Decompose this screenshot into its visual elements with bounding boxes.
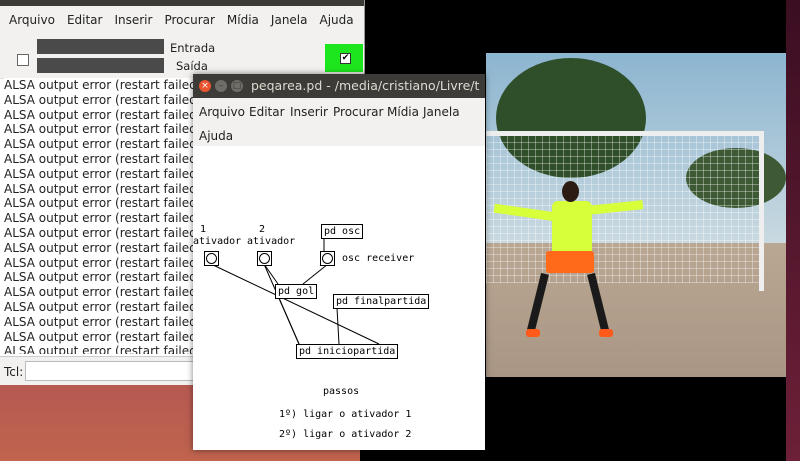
console-checkbox[interactable] [17, 54, 29, 66]
main-menubar: Arquivo Editar Inserir Procurar Mídia Ja… [0, 6, 364, 34]
comment-number-2: 2 [259, 224, 266, 235]
video-goalkeeper-head [562, 181, 579, 202]
object-pd-osc[interactable]: pd osc [321, 224, 364, 239]
video-goalkeeper-boot-right [599, 329, 613, 337]
menu-editar[interactable]: Editar [61, 13, 109, 27]
patch-menu-editar[interactable]: Editar [249, 105, 285, 119]
close-icon[interactable]: × [199, 80, 211, 92]
comment-number-1: 1 [200, 224, 207, 235]
video-frame [486, 53, 786, 377]
minimize-icon[interactable]: – [215, 80, 227, 92]
comment-step-1: 1º) ligar o ativador 1 [279, 409, 412, 420]
desktop-edge [786, 0, 800, 461]
dsp-toggle[interactable]: ✔ [325, 44, 363, 72]
patch-menu-janela[interactable]: Janela [423, 105, 460, 119]
comment-passos: passos [323, 386, 360, 397]
patch-menu-inserir[interactable]: Inserir [290, 105, 328, 119]
comment-osc-receiver: osc receiver [342, 253, 415, 264]
menu-midia[interactable]: Mídia [221, 13, 265, 27]
input-meter [37, 39, 164, 54]
tcl-input[interactable] [25, 361, 197, 381]
comment-ativador-2: ativador [247, 236, 296, 247]
patch-window: × – □ peqarea.pd - /media/cristiano/Livr… [193, 74, 485, 450]
video-goal-crossbar [486, 131, 764, 136]
patch-canvas[interactable]: 1 ativador 2 ativador pd osc osc receive… [193, 146, 485, 450]
menu-procurar[interactable]: Procurar [158, 13, 220, 27]
comment-ativador-1: ativador [193, 236, 242, 247]
object-pd-iniciopartida[interactable]: pd iniciopartida [296, 344, 399, 359]
object-pd-finalpartida[interactable]: pd finalpartida [333, 294, 430, 309]
output-meter-label: Saída [176, 59, 208, 73]
patch-menubar: Arquivo Editar Inserir Procurar Mídia Ja… [193, 98, 485, 146]
bang-ativador-2[interactable] [257, 251, 272, 266]
output-meter [37, 58, 164, 73]
video-goalkeeper-shorts [546, 251, 594, 273]
patch-title: peqarea.pd - /media/cristiano/Livre/t [251, 78, 480, 93]
audio-io-panel: Entrada Saída [0, 34, 364, 79]
dsp-checkmark-icon: ✔ [340, 53, 351, 64]
menu-inserir[interactable]: Inserir [108, 13, 158, 27]
video-goalkeeper-shirt [552, 201, 592, 255]
patch-menu-midia[interactable]: Mídia [387, 105, 419, 119]
bang-osc-receiver[interactable] [320, 251, 335, 266]
menu-arquivo[interactable]: Arquivo [0, 13, 61, 27]
input-meter-label: Entrada [170, 41, 216, 55]
patch-menu-procurar[interactable]: Procurar [333, 105, 383, 119]
comment-step-2: 2º) ligar o ativador 2 [279, 429, 412, 440]
tcl-label: Tcl: [4, 365, 24, 379]
maximize-icon[interactable]: □ [231, 80, 243, 92]
patch-menu-ajuda[interactable]: Ajuda [199, 129, 233, 143]
patch-menu-arquivo[interactable]: Arquivo [199, 105, 245, 119]
menu-ajuda[interactable]: Ajuda [314, 13, 360, 27]
video-goal-post [759, 131, 764, 291]
menu-janela[interactable]: Janela [265, 13, 314, 27]
video-goalkeeper-boot-left [526, 329, 540, 337]
patch-titlebar[interactable]: × – □ peqarea.pd - /media/cristiano/Livr… [193, 74, 485, 98]
bang-ativador-1[interactable] [204, 251, 219, 266]
object-pd-gol[interactable]: pd gol [275, 284, 318, 299]
